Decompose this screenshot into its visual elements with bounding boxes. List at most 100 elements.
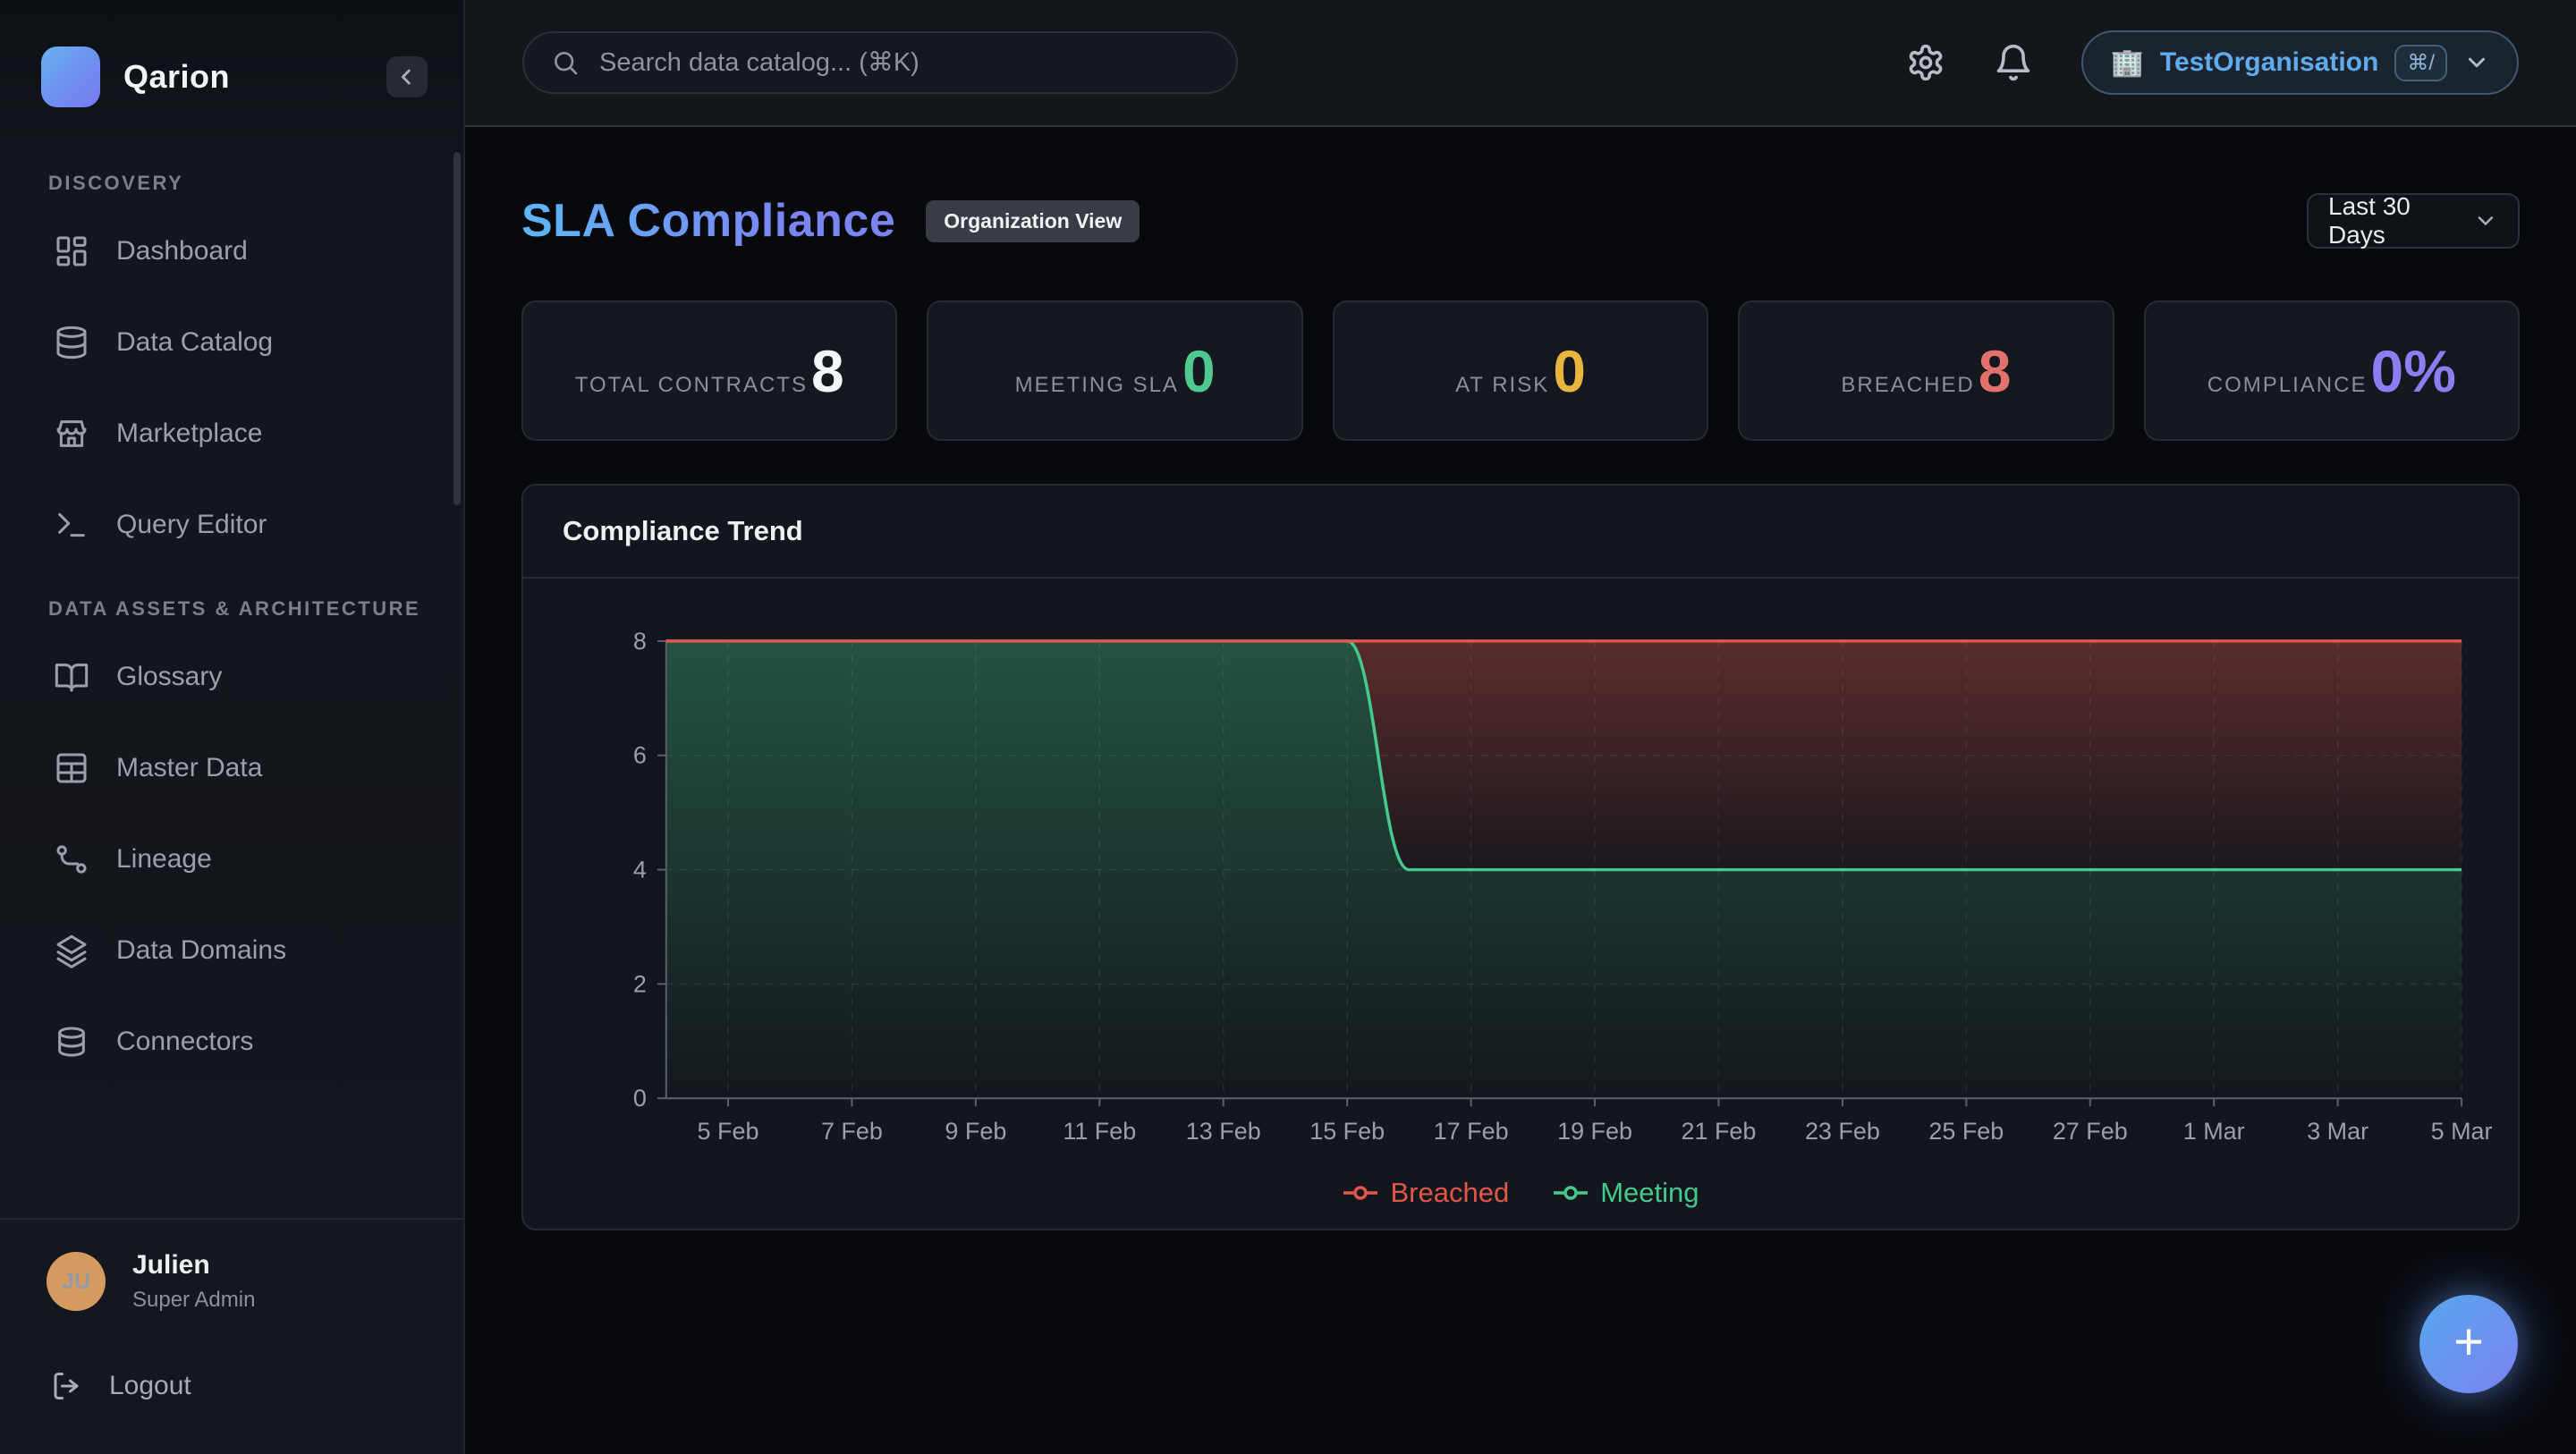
- stat-value: 0: [1182, 337, 1216, 405]
- y-tick-label: 2: [633, 970, 647, 997]
- terminal-icon: [54, 507, 89, 543]
- sidebar-item-master-data[interactable]: Master Data: [41, 728, 428, 808]
- gear-icon: [1906, 43, 1945, 82]
- chart-legend: Breached Meeting: [523, 1159, 2518, 1227]
- lineage-icon: [54, 841, 89, 877]
- sidebar-scrollbar[interactable]: [453, 152, 461, 505]
- stat-value: 8: [811, 337, 844, 405]
- compliance-trend-card: Compliance Trend 0 2 4 6 8 5 Feb 7 Feb 9 Feb 11 …: [521, 484, 2520, 1230]
- sidebar-item-data-catalog[interactable]: Data Catalog: [41, 302, 428, 383]
- org-shortcut-badge: ⌘/: [2394, 45, 2447, 81]
- search-input[interactable]: [599, 48, 1209, 78]
- x-tick-label: 11 Feb: [1063, 1118, 1136, 1145]
- book-icon: [54, 659, 89, 695]
- notifications-button[interactable]: [1994, 43, 2033, 82]
- y-tick-label: 6: [633, 742, 647, 769]
- chart-body: 024685 Feb7 Feb9 Feb11 Feb13 Feb15 Feb17…: [523, 579, 2518, 1227]
- layers-icon: [54, 933, 89, 968]
- x-tick-label: 9 Feb: [945, 1118, 1006, 1145]
- sidebar-item-label: Glossary: [116, 662, 222, 692]
- plus-icon: +: [2453, 1316, 2484, 1368]
- sidebar-item-glossary[interactable]: Glossary: [41, 637, 428, 717]
- stat-inner: COMPLIANCE 0%: [2207, 337, 2456, 405]
- logout-button[interactable]: Logout: [47, 1313, 428, 1454]
- legend-label: Breached: [1390, 1177, 1509, 1209]
- y-tick-label: 0: [633, 1085, 647, 1112]
- sidebar-item-label: Lineage: [116, 844, 212, 875]
- chevron-left-icon: [394, 64, 419, 89]
- sidebar-item-label: Dashboard: [116, 236, 248, 266]
- connectors-icon: [54, 1024, 89, 1060]
- chart-card-header: Compliance Trend: [523, 486, 2518, 579]
- x-tick-label: 19 Feb: [1557, 1118, 1632, 1145]
- sidebar-collapse-button[interactable]: [386, 56, 428, 97]
- stat-value: 8: [1979, 337, 2012, 405]
- x-tick-label: 3 Mar: [2307, 1118, 2368, 1145]
- main-content: SLA Compliance Organization View Last 30…: [465, 127, 2576, 1454]
- table-icon: [54, 750, 89, 786]
- sidebar-item-dashboard[interactable]: Dashboard: [41, 211, 428, 292]
- sidebar-nav: DISCOVERYDashboardData CatalogMarketplac…: [0, 116, 463, 1093]
- nav-section-label: DATA ASSETS & ARCHITECTURE: [48, 597, 428, 621]
- search-bar: [522, 31, 1238, 94]
- stat-label: TOTAL CONTRACTS: [575, 373, 808, 398]
- brand-name: Qarion: [123, 58, 230, 96]
- app-root: Qarion DISCOVERYDashboardData CatalogMar…: [0, 0, 2576, 1454]
- y-tick-label: 4: [633, 857, 647, 883]
- legend-item-meeting[interactable]: Meeting: [1552, 1177, 1699, 1209]
- bell-icon: [1994, 43, 2033, 82]
- x-tick-label: 5 Feb: [698, 1118, 759, 1145]
- stat-value: 0: [1553, 337, 1586, 405]
- trend-chart-svg: 024685 Feb7 Feb9 Feb11 Feb13 Feb15 Feb17…: [523, 579, 2518, 1159]
- avatar: JU: [47, 1252, 106, 1311]
- org-name: TestOrganisation: [2160, 47, 2378, 78]
- sidebar-footer: JU Julien Super Admin Logout: [0, 1218, 463, 1454]
- x-tick-label: 17 Feb: [1434, 1118, 1509, 1145]
- sidebar-item-connectors[interactable]: Connectors: [41, 1002, 428, 1082]
- stat-card-at-risk: AT RISK 0: [1333, 300, 1708, 441]
- sidebar-header: Qarion: [0, 0, 463, 116]
- view-badge: Organization View: [926, 200, 1140, 242]
- org-switcher[interactable]: 🏢 TestOrganisation ⌘/: [2081, 30, 2519, 95]
- chevron-down-icon: [2473, 208, 2498, 233]
- x-tick-label: 27 Feb: [2053, 1118, 2128, 1145]
- user-name: Julien: [132, 1250, 255, 1281]
- sidebar-item-label: Marketplace: [116, 418, 262, 449]
- date-range-value: Last 30 Days: [2328, 192, 2473, 249]
- sidebar-item-label: Query Editor: [116, 510, 267, 540]
- date-range-select[interactable]: Last 30 Days: [2307, 193, 2520, 249]
- sidebar: Qarion DISCOVERYDashboardData CatalogMar…: [0, 0, 465, 1454]
- brand-logo: [41, 46, 100, 107]
- sidebar-item-label: Data Domains: [116, 935, 286, 966]
- chart-title: Compliance Trend: [563, 515, 803, 547]
- user-info: JU Julien Super Admin: [47, 1250, 428, 1313]
- legend-marker-icon: [1342, 1183, 1379, 1203]
- sidebar-item-data-domains[interactable]: Data Domains: [41, 910, 428, 991]
- stat-card-compliance: COMPLIANCE 0%: [2144, 300, 2520, 441]
- search-icon: [551, 48, 580, 77]
- stat-inner: AT RISK 0: [1455, 337, 1586, 405]
- stat-value: 0%: [2370, 337, 2455, 405]
- sidebar-item-label: Master Data: [116, 753, 262, 783]
- x-tick-label: 7 Feb: [821, 1118, 883, 1145]
- stat-card-total-contracts: TOTAL CONTRACTS 8: [521, 300, 897, 441]
- x-tick-label: 23 Feb: [1805, 1118, 1880, 1145]
- store-icon: [54, 416, 89, 452]
- title-row: SLA Compliance Organization View Last 30…: [521, 193, 2520, 249]
- database-icon: [54, 325, 89, 360]
- logout-icon: [50, 1370, 82, 1402]
- legend-label: Meeting: [1600, 1177, 1699, 1209]
- y-tick-label: 8: [633, 628, 647, 655]
- legend-item-breached[interactable]: Breached: [1342, 1177, 1509, 1209]
- sidebar-item-marketplace[interactable]: Marketplace: [41, 393, 428, 474]
- x-tick-label: 5 Mar: [2431, 1118, 2493, 1145]
- stat-label: COMPLIANCE: [2207, 373, 2368, 398]
- sidebar-item-lineage[interactable]: Lineage: [41, 819, 428, 900]
- add-button[interactable]: +: [2419, 1295, 2518, 1393]
- stat-label: AT RISK: [1455, 373, 1549, 398]
- settings-button[interactable]: [1906, 43, 1945, 82]
- stat-card-meeting-sla: MEETING SLA 0: [927, 300, 1302, 441]
- x-tick-label: 13 Feb: [1186, 1118, 1261, 1145]
- x-tick-label: 1 Mar: [2183, 1118, 2245, 1145]
- sidebar-item-query-editor[interactable]: Query Editor: [41, 485, 428, 565]
